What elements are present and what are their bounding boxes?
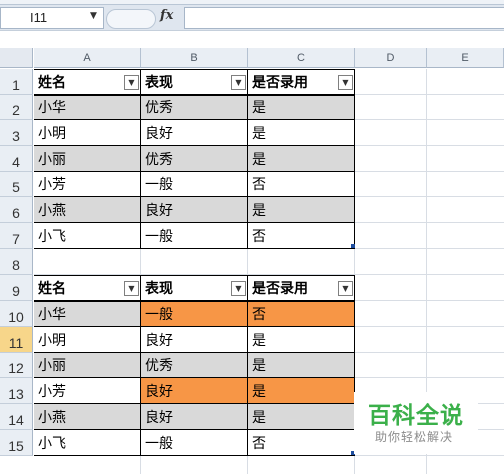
table-column-rule — [140, 275, 141, 456]
table2-cell-hire[interactable]: 是 — [248, 327, 355, 353]
table2-cell-perf[interactable]: 良好 — [141, 378, 248, 404]
table2-cell-name[interactable]: 小丽 — [34, 353, 141, 378]
table-border — [34, 69, 355, 70]
select-all-corner[interactable] — [0, 48, 33, 68]
table-row-rule — [34, 145, 355, 146]
table2-cell-hire[interactable]: 是 — [248, 404, 355, 430]
row-header-15[interactable]: 15 — [0, 430, 33, 456]
table1-cell-hire[interactable]: 否 — [248, 223, 355, 249]
table1-cell-hire[interactable]: 是 — [248, 95, 355, 120]
watermark-logo-text: 百科全说 — [368, 403, 464, 429]
sheet-top-gap — [0, 30, 504, 48]
table2-cell-perf[interactable]: 良好 — [141, 327, 248, 353]
table2-cell-perf[interactable]: 良好 — [141, 404, 248, 430]
fx-icon[interactable]: fx — [160, 8, 173, 23]
filter-dropdown-icon[interactable]: ▼ — [124, 75, 139, 90]
filter-dropdown-icon[interactable]: ▼ — [338, 281, 353, 296]
row-header-10[interactable]: 10 — [0, 301, 33, 327]
column-header-b[interactable]: B — [141, 48, 248, 68]
table-row-rule — [34, 352, 355, 353]
table-column-rule — [354, 69, 355, 249]
column-header-d[interactable]: D — [355, 48, 427, 68]
formula-bar-splitter[interactable] — [106, 9, 156, 29]
table-border — [34, 455, 355, 456]
filter-dropdown-icon[interactable]: ▼ — [338, 75, 353, 90]
table-resize-handle[interactable] — [351, 244, 355, 248]
table2-cell-name[interactable]: 小明 — [34, 327, 141, 353]
row-header-9[interactable]: 9 — [0, 275, 33, 301]
table2-cell-hire[interactable]: 是 — [248, 378, 355, 404]
table1-cell-perf[interactable]: 良好 — [141, 197, 248, 223]
filter-dropdown-icon[interactable]: ▼ — [231, 281, 246, 296]
row-header-4[interactable]: 4 — [0, 146, 33, 172]
table-header-rule — [34, 94, 355, 96]
row-header-12[interactable]: 12 — [0, 353, 33, 378]
table-column-rule — [247, 69, 248, 249]
row-header-8[interactable]: 8 — [0, 249, 33, 275]
row-header-6[interactable]: 6 — [0, 197, 33, 223]
watermark-subtitle: 助你轻松解决 — [375, 430, 454, 444]
table-row-rule — [34, 196, 355, 197]
table1-cell-perf[interactable]: 一般 — [141, 172, 248, 197]
table-row-rule — [34, 326, 355, 327]
table1-cell-name[interactable]: 小燕 — [34, 197, 141, 223]
table2-cell-name[interactable]: 小飞 — [34, 430, 141, 456]
table1-cell-name[interactable]: 小飞 — [34, 223, 141, 249]
table1-cell-hire[interactable]: 否 — [248, 172, 355, 197]
table-row-rule — [34, 429, 355, 430]
table2-cell-perf[interactable]: 一般 — [141, 430, 248, 456]
chevron-down-icon[interactable]: ▼ — [90, 11, 97, 21]
table2-cell-name[interactable]: 小芳 — [34, 378, 141, 404]
row-header-1[interactable]: 1 — [0, 69, 33, 95]
table-column-rule — [140, 69, 141, 249]
row-header-14[interactable]: 14 — [0, 404, 33, 430]
filter-dropdown-icon[interactable]: ▼ — [124, 281, 139, 296]
table2-cell-hire[interactable]: 否 — [248, 301, 355, 327]
row-header-3[interactable]: 3 — [0, 120, 33, 146]
name-box-value: I11 — [30, 10, 48, 25]
table2-cell-perf[interactable]: 优秀 — [141, 353, 248, 378]
row-header-11[interactable]: 11 — [0, 327, 33, 353]
table1-cell-perf[interactable]: 优秀 — [141, 95, 248, 120]
formula-input[interactable] — [184, 7, 504, 29]
table1-cell-perf[interactable]: 良好 — [141, 120, 248, 146]
table-border — [34, 248, 355, 249]
table2-cell-name[interactable]: 小燕 — [34, 404, 141, 430]
table2-cell-name[interactable]: 小华 — [34, 301, 141, 327]
table1-cell-perf[interactable]: 一般 — [141, 223, 248, 249]
table-row-rule — [34, 222, 355, 223]
table1-cell-hire[interactable]: 是 — [248, 146, 355, 172]
table1-cell-name[interactable]: 小丽 — [34, 146, 141, 172]
table1-cell-name[interactable]: 小华 — [34, 95, 141, 120]
table-row-rule — [34, 171, 355, 172]
table-column-rule — [247, 275, 248, 456]
table-header-rule — [34, 300, 355, 302]
table1-cell-perf[interactable]: 优秀 — [141, 146, 248, 172]
column-header-e[interactable]: E — [427, 48, 504, 68]
table2-cell-hire[interactable]: 是 — [248, 353, 355, 378]
table1-cell-name[interactable]: 小芳 — [34, 172, 141, 197]
column-header-c[interactable]: C — [248, 48, 355, 68]
row-header-7[interactable]: 7 — [0, 223, 33, 249]
table1-cell-hire[interactable]: 是 — [248, 120, 355, 146]
table1-cell-name[interactable]: 小明 — [34, 120, 141, 146]
row-header-5[interactable]: 5 — [0, 172, 33, 197]
table2-cell-hire[interactable]: 否 — [248, 430, 355, 456]
table-row-rule — [34, 119, 355, 120]
filter-dropdown-icon[interactable]: ▼ — [231, 75, 246, 90]
table2-cell-perf[interactable]: 一般 — [141, 301, 248, 327]
table1-cell-hire[interactable]: 是 — [248, 197, 355, 223]
ribbon-edge — [0, 0, 504, 5]
table-border — [34, 275, 355, 276]
name-box[interactable] — [0, 7, 104, 29]
row-header-13[interactable]: 13 — [0, 378, 33, 404]
row-header-2[interactable]: 2 — [0, 95, 33, 120]
table-row-rule — [34, 403, 355, 404]
table-row-rule — [34, 377, 355, 378]
column-header-a[interactable]: A — [34, 48, 141, 68]
